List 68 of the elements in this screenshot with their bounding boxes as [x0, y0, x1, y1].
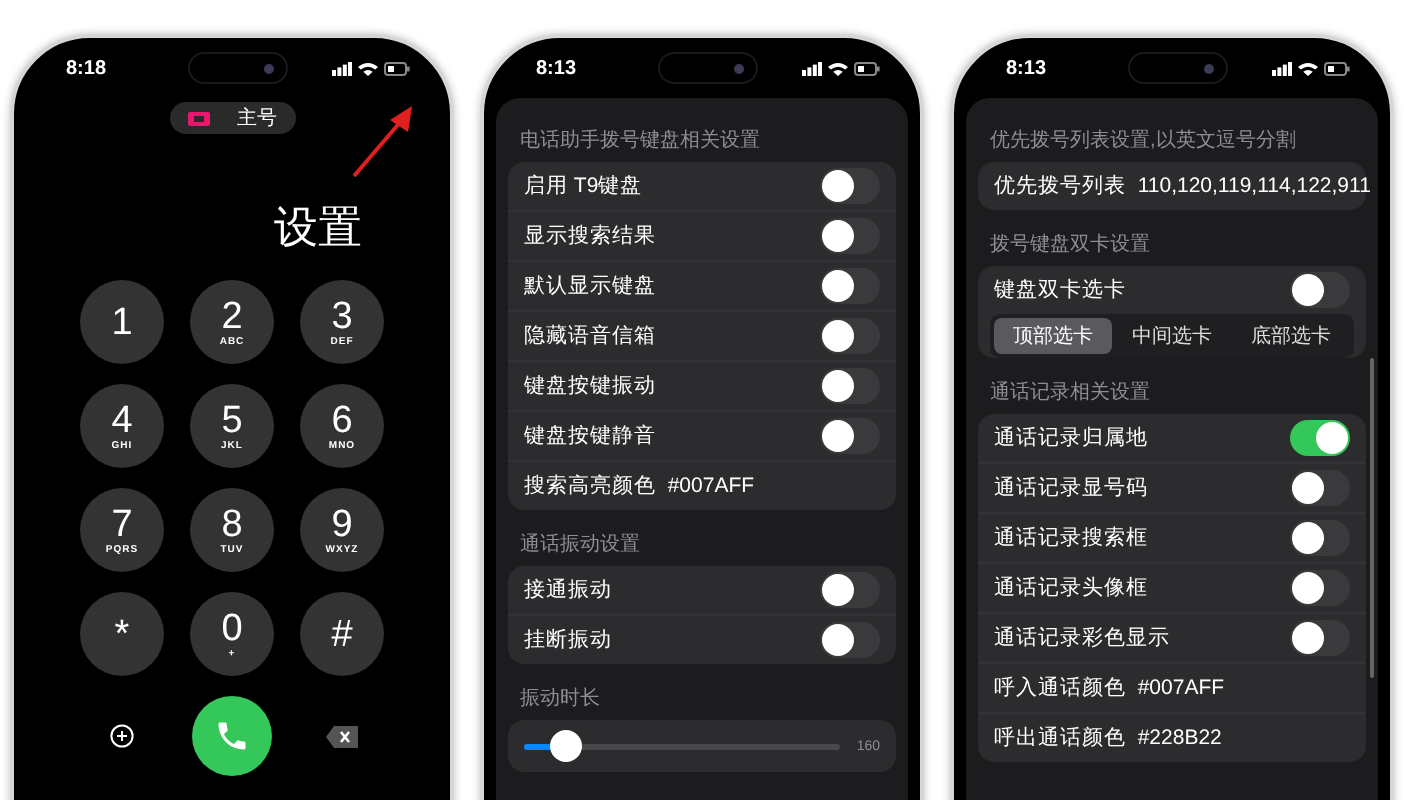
section-header: 通话记录相关设置	[988, 379, 1152, 408]
toggle-switch[interactable]	[1290, 570, 1350, 606]
setting-label[interactable]: 呼出通话颜色 #228B22	[994, 724, 1222, 752]
battery-icon	[1323, 61, 1350, 75]
setting-label: 键盘按键振动	[524, 372, 656, 400]
setting-label: 启用 T9键盘	[524, 172, 643, 200]
section-header: 通话振动设置	[518, 531, 642, 560]
setting-label[interactable]: 呼入通话颜色 #007AFF	[994, 674, 1225, 702]
toggle-switch[interactable]	[820, 268, 880, 304]
setting-label: 显示搜索结果	[524, 222, 656, 250]
toggle-switch[interactable]	[1290, 470, 1350, 506]
segment-option[interactable]: 底部选卡	[1231, 318, 1350, 354]
signal-icon	[331, 61, 352, 75]
dial-key[interactable]: 1	[80, 280, 164, 364]
toggle-switch[interactable]	[820, 418, 880, 454]
slider-thumb[interactable]	[549, 729, 582, 761]
toggle-switch[interactable]	[1290, 420, 1350, 456]
status-time: 8:13	[1006, 57, 1047, 79]
setting-label: 通话记录头像框	[994, 574, 1148, 602]
signal-icon	[1271, 61, 1292, 75]
toggle-switch[interactable]	[820, 218, 880, 254]
setting-label: 通话记录彩色显示	[994, 624, 1170, 652]
signal-icon	[801, 61, 822, 75]
setting-label: 键盘按键静音	[524, 422, 656, 450]
toggle-switch[interactable]	[820, 572, 880, 608]
toggle-switch[interactable]	[820, 622, 880, 658]
section-header: 拨号键盘双卡设置	[988, 231, 1152, 260]
setting-label: 默认显示键盘	[524, 272, 656, 300]
toggle-switch[interactable]	[820, 168, 880, 204]
battery-icon	[383, 61, 410, 75]
setting-label[interactable]: 优先拨号列表 110,120,119,114,122,911	[994, 172, 1371, 200]
call-button[interactable]	[192, 696, 272, 776]
sim-card-icon	[187, 111, 209, 125]
dial-key[interactable]: #	[300, 592, 384, 676]
section-header: 优先拨号列表设置,以英文逗号分割	[988, 127, 1298, 156]
toggle-switch[interactable]	[1290, 272, 1350, 308]
dynamic-island	[1127, 52, 1227, 84]
segment-option[interactable]: 顶部选卡	[994, 318, 1113, 354]
wifi-icon	[827, 61, 848, 75]
wifi-icon	[1297, 61, 1318, 75]
add-icon[interactable]	[110, 724, 134, 748]
setting-label[interactable]: 搜索高亮颜色 #007AFF	[524, 472, 755, 500]
setting-label: 键盘双卡选卡	[994, 276, 1126, 304]
annotation-label: 设置	[274, 200, 362, 256]
setting-label: 通话记录显号码	[994, 474, 1148, 502]
setting-label: 通话记录搜索框	[994, 524, 1148, 552]
dynamic-island	[657, 52, 757, 84]
dial-key[interactable]: *	[80, 592, 164, 676]
phone-handset-icon	[214, 718, 250, 754]
annotation-arrow	[350, 104, 414, 180]
toggle-switch[interactable]	[820, 368, 880, 404]
section-header: 振动时长	[518, 685, 602, 714]
toggle-switch[interactable]	[820, 318, 880, 354]
setting-label: 挂断振动	[524, 626, 612, 654]
toggle-switch[interactable]	[1290, 620, 1350, 656]
setting-label: 接通振动	[524, 576, 612, 604]
delete-icon[interactable]	[326, 725, 358, 747]
battery-icon	[853, 61, 880, 75]
dynamic-island	[187, 52, 287, 84]
section-header: 电话助手拨号键盘相关设置	[518, 127, 762, 156]
status-time: 8:18	[66, 57, 107, 79]
sim-selector[interactable]: 主号	[169, 102, 295, 134]
setting-label: 通话记录归属地	[994, 424, 1148, 452]
status-time: 8:13	[536, 57, 577, 79]
setting-label: 隐藏语音信箱	[524, 322, 656, 350]
wifi-icon	[357, 61, 378, 75]
toggle-switch[interactable]	[1290, 520, 1350, 556]
segment-option[interactable]: 中间选卡	[1112, 318, 1232, 354]
